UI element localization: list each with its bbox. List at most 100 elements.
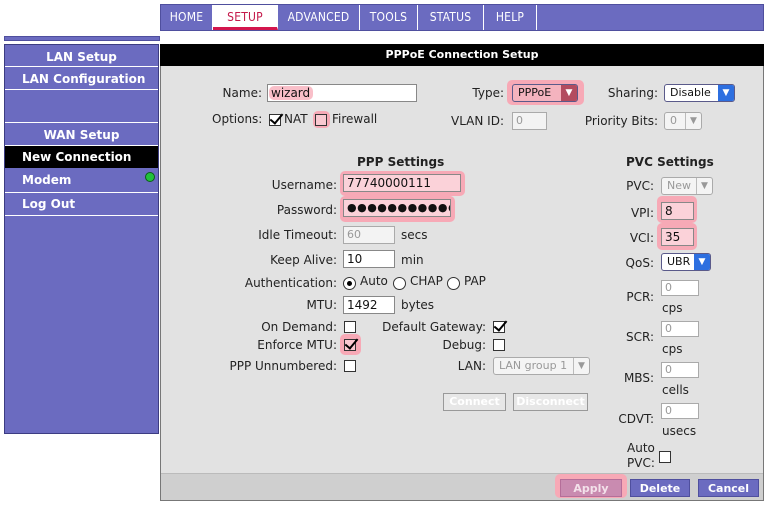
lan-label: LAN: <box>457 359 486 373</box>
pcr-label: PCR: <box>626 290 654 304</box>
password-input[interactable]: ●●●●●●●●●●● <box>343 199 451 217</box>
tab-tools-label: TOOLS <box>369 10 408 24</box>
enforce-mtu-checkbox[interactable] <box>344 339 356 351</box>
on-demand-label: On Demand: <box>261 320 337 334</box>
qos-value: UBR <box>667 255 691 268</box>
lan-group-select[interactable]: LAN group 1 ▼ <box>493 357 590 375</box>
priority-bits-select[interactable]: 0 ▼ <box>664 112 702 130</box>
name-value: wizard <box>271 86 311 100</box>
auto-pvc-checkbox[interactable] <box>659 451 671 463</box>
mtu-unit: bytes <box>401 298 435 312</box>
scr-label: SCR: <box>625 330 654 344</box>
authentication-label: Authentication: <box>244 276 337 290</box>
top-navigation: HOME SETUP ADVANCED TOOLS STATUS HELP <box>160 4 764 31</box>
auth-chap-radio[interactable] <box>393 277 406 290</box>
options-label: Options: <box>212 112 263 126</box>
on-demand-checkbox[interactable] <box>344 321 356 333</box>
tab-home-label: HOME <box>169 10 204 24</box>
sharing-select[interactable]: Disable ▼ <box>664 84 735 102</box>
type-select[interactable]: PPPoE ▼ <box>512 84 578 102</box>
auth-auto-radio[interactable] <box>343 277 356 290</box>
sidebar-item-lan-configuration[interactable]: LAN Configuration <box>5 70 158 88</box>
pvc-select[interactable]: New ▼ <box>661 177 713 195</box>
name-input[interactable]: wizard <box>267 84 417 102</box>
tab-help[interactable]: HELP <box>484 5 537 30</box>
pcr-input[interactable]: 0 <box>661 280 699 296</box>
idle-timeout-input[interactable]: 60 <box>343 226 395 244</box>
sidebar-item-log-out[interactable]: Log Out <box>5 193 158 215</box>
firewall-checkbox[interactable] <box>315 114 327 126</box>
sidebar-heading-lan: LAN Setup <box>46 50 117 64</box>
nat-checkbox[interactable] <box>269 114 281 126</box>
disconnect-button[interactable]: Disconnect <box>513 393 588 411</box>
delete-button[interactable]: Delete <box>630 479 690 497</box>
scr-unit: cps <box>662 342 683 356</box>
sidebar-cap <box>4 36 160 41</box>
tab-home[interactable]: HOME <box>161 5 213 30</box>
auto-pvc-label-line2: PVC: <box>627 456 655 470</box>
keep-alive-input[interactable]: 10 <box>343 250 395 268</box>
sidebar-item-new-connection[interactable]: New Connection <box>5 146 158 168</box>
vci-input[interactable]: 35 <box>661 228 694 246</box>
apply-button[interactable]: Apply <box>560 479 622 497</box>
mtu-input[interactable]: 1492 <box>343 296 395 314</box>
tab-status[interactable]: STATUS <box>418 5 484 30</box>
chevron-down-icon: ▼ <box>685 113 701 129</box>
auth-auto-label: Auto <box>360 274 388 288</box>
nat-label: NAT <box>284 112 308 126</box>
chevron-down-icon: ▼ <box>718 85 734 101</box>
connect-button[interactable]: Connect <box>443 393 506 411</box>
firewall-label: Firewall <box>332 112 378 126</box>
username-input[interactable]: 77740000111 <box>343 174 461 192</box>
idle-timeout-unit: secs <box>401 228 428 242</box>
type-value: PPPoE <box>518 86 552 99</box>
vlan-label: VLAN ID: <box>451 114 504 128</box>
tab-advanced[interactable]: ADVANCED <box>278 5 360 30</box>
cdvt-label: CDVT: <box>618 412 654 426</box>
lan-group-value: LAN group 1 <box>499 359 568 372</box>
type-label: Type: <box>472 86 504 100</box>
sharing-label: Sharing: <box>607 86 658 100</box>
chevron-down-icon: ▼ <box>561 85 577 101</box>
sidebar-divider <box>5 89 158 90</box>
modem-status-icon <box>145 172 155 182</box>
default-gateway-label: Default Gateway: <box>382 320 486 334</box>
name-label: Name: <box>222 86 262 100</box>
pvc-value: New <box>667 179 691 192</box>
sidebar-item-modem-label: Modem <box>22 173 72 187</box>
password-label: Password: <box>276 203 337 217</box>
tab-advanced-label: ADVANCED <box>287 10 350 24</box>
chevron-down-icon: ▼ <box>696 178 712 194</box>
idle-timeout-label: Idle Timeout: <box>258 228 337 242</box>
tab-setup-label: SETUP <box>227 10 263 24</box>
chevron-down-icon: ▼ <box>694 254 710 270</box>
vlan-input[interactable]: 0 <box>512 112 547 130</box>
mbs-unit: cells <box>662 383 689 397</box>
sidebar-item-modem[interactable]: Modem <box>5 169 158 191</box>
ppp-unnumbered-checkbox[interactable] <box>344 360 356 372</box>
scr-input[interactable]: 0 <box>661 321 699 337</box>
default-gateway-checkbox[interactable] <box>493 321 505 333</box>
username-label: Username: <box>271 178 337 192</box>
panel-title: PPPoE Connection Setup <box>160 44 764 66</box>
debug-checkbox[interactable] <box>493 339 505 351</box>
cdvt-input[interactable]: 0 <box>661 403 699 419</box>
tab-setup[interactable]: SETUP <box>213 5 278 30</box>
cdvt-unit: usecs <box>662 424 697 438</box>
enforce-mtu-label: Enforce MTU: <box>257 338 337 352</box>
qos-select[interactable]: UBR ▼ <box>661 253 711 271</box>
keep-alive-label: Keep Alive: <box>270 253 337 267</box>
mbs-label: MBS: <box>623 371 654 385</box>
sharing-value: Disable <box>670 86 711 99</box>
sidebar-heading-wan: WAN Setup <box>43 128 120 142</box>
vpi-input[interactable]: 8 <box>661 202 694 220</box>
tab-tools[interactable]: TOOLS <box>360 5 418 30</box>
cancel-button[interactable]: Cancel <box>698 479 759 497</box>
auth-pap-radio[interactable] <box>447 277 460 290</box>
pvc-label: PVC: <box>626 179 654 193</box>
sidebar: LAN Setup LAN Configuration WAN Setup Ne… <box>4 44 159 434</box>
auth-pap-label: PAP <box>464 274 486 288</box>
sidebar-divider <box>5 66 158 67</box>
auto-pvc-label-line1: Auto <box>627 441 655 455</box>
mbs-input[interactable]: 0 <box>661 362 699 378</box>
